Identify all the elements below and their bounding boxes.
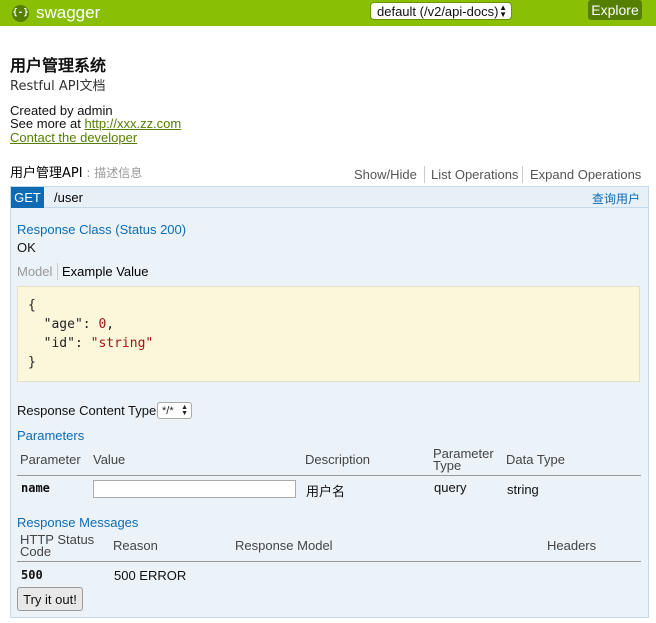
explore-button[interactable]: Explore <box>588 0 642 20</box>
resp-header-reason: Reason <box>113 538 158 553</box>
param-name: name <box>21 481 50 495</box>
see-more-prefix: See more at <box>10 116 85 131</box>
code-key-id: "id" <box>43 336 75 351</box>
code-value-id: "string" <box>90 336 154 351</box>
response-messages-title: Response Messages <box>17 515 139 530</box>
param-header-data-type: Data Type <box>506 452 566 467</box>
operation-path[interactable]: /user <box>54 190 83 205</box>
param-type: query <box>434 480 467 495</box>
tab-model[interactable]: Model <box>17 264 52 279</box>
top-bar: {-} swagger default (/v2/api-docs) ▲ ▼ Ex… <box>0 0 656 26</box>
select-arrows-icon: ▲ ▼ <box>499 3 507 19</box>
resource-separator: : <box>82 166 95 180</box>
param-name-input[interactable] <box>93 480 296 498</box>
code-line: { <box>28 296 629 315</box>
param-data-type: string <box>507 482 539 497</box>
resource-heading[interactable]: 用户管理API : 描述信息 <box>10 162 142 181</box>
brand-text: swagger <box>36 3 101 22</box>
code-line: "age": 0, <box>43 317 115 332</box>
tab-example-value[interactable]: Example Value <box>62 264 148 279</box>
ops-divider <box>522 166 523 183</box>
resp-header-model: Response Model <box>235 538 333 553</box>
content-type-value: */* <box>162 404 174 417</box>
api-spec-select-value: default (/v2/api-docs) <box>377 3 499 19</box>
response-reason: 500 ERROR <box>114 568 187 583</box>
param-header-parameter: Parameter <box>20 452 81 467</box>
parameters-title: Parameters <box>17 428 85 443</box>
http-method-badge[interactable]: GET <box>11 187 44 208</box>
contact-developer-link[interactable]: Contact the developer <box>10 130 137 145</box>
resp-header-rule <box>17 561 641 562</box>
content-type-select[interactable]: */* ▲ ▼ <box>157 402 192 419</box>
code-brace-close: } <box>28 355 36 370</box>
param-header-value: Value <box>93 452 126 467</box>
swagger-logo[interactable]: {-} swagger <box>12 3 100 23</box>
param-description: 用户名 <box>306 484 346 499</box>
response-class-value: OK <box>17 240 36 255</box>
resource-name: 用户管理API <box>10 166 83 181</box>
param-header-type-line2: Type <box>433 458 462 473</box>
tab-divider <box>57 263 58 280</box>
swagger-logo-icon: {-} <box>12 4 29 22</box>
code-line: "id": "string" <box>43 336 154 351</box>
api-spec-select[interactable]: default (/v2/api-docs) ▲ ▼ <box>370 2 512 20</box>
response-code: 500 <box>21 568 43 582</box>
select-arrows-icon: ▲ ▼ <box>181 404 188 417</box>
see-more-line: See more at http://xxx.zz.com <box>10 117 181 131</box>
content-type-label: Response Content Type <box>17 403 157 418</box>
api-subtitle: Restful API文档 <box>10 79 106 94</box>
code-key-age: "age" <box>43 317 83 332</box>
operation-heading[interactable]: GET /user 查询用户 <box>11 187 648 208</box>
show-hide-link[interactable]: Show/Hide <box>354 167 417 182</box>
resp-header-headers: Headers <box>547 538 597 553</box>
operation-get-user: GET /user 查询用户 Response Class (Status 20… <box>10 186 649 618</box>
contact-line: Contact the developer <box>10 131 137 145</box>
operation-summary[interactable]: 查询用户 <box>592 190 640 207</box>
param-header-description: Description <box>305 452 371 467</box>
param-header-rule <box>17 475 641 476</box>
try-it-out-button[interactable]: Try it out! <box>17 587 83 611</box>
example-value-code: { "age": 0, "id": "string" } <box>17 286 640 382</box>
list-operations-link[interactable]: List Operations <box>431 167 518 182</box>
api-title: 用户管理系统 <box>10 56 107 75</box>
ops-divider <box>424 166 425 183</box>
response-class-title: Response Class (Status 200) <box>17 222 187 237</box>
resource-description: 描述信息 <box>94 166 143 180</box>
resp-header-status-line2: Code <box>20 544 52 559</box>
see-more-link[interactable]: http://xxx.zz.com <box>84 116 181 131</box>
expand-operations-link[interactable]: Expand Operations <box>530 167 641 182</box>
code-value-age: 0 <box>98 317 107 332</box>
code-line: } <box>28 353 629 372</box>
code-brace-open: { <box>28 298 36 313</box>
